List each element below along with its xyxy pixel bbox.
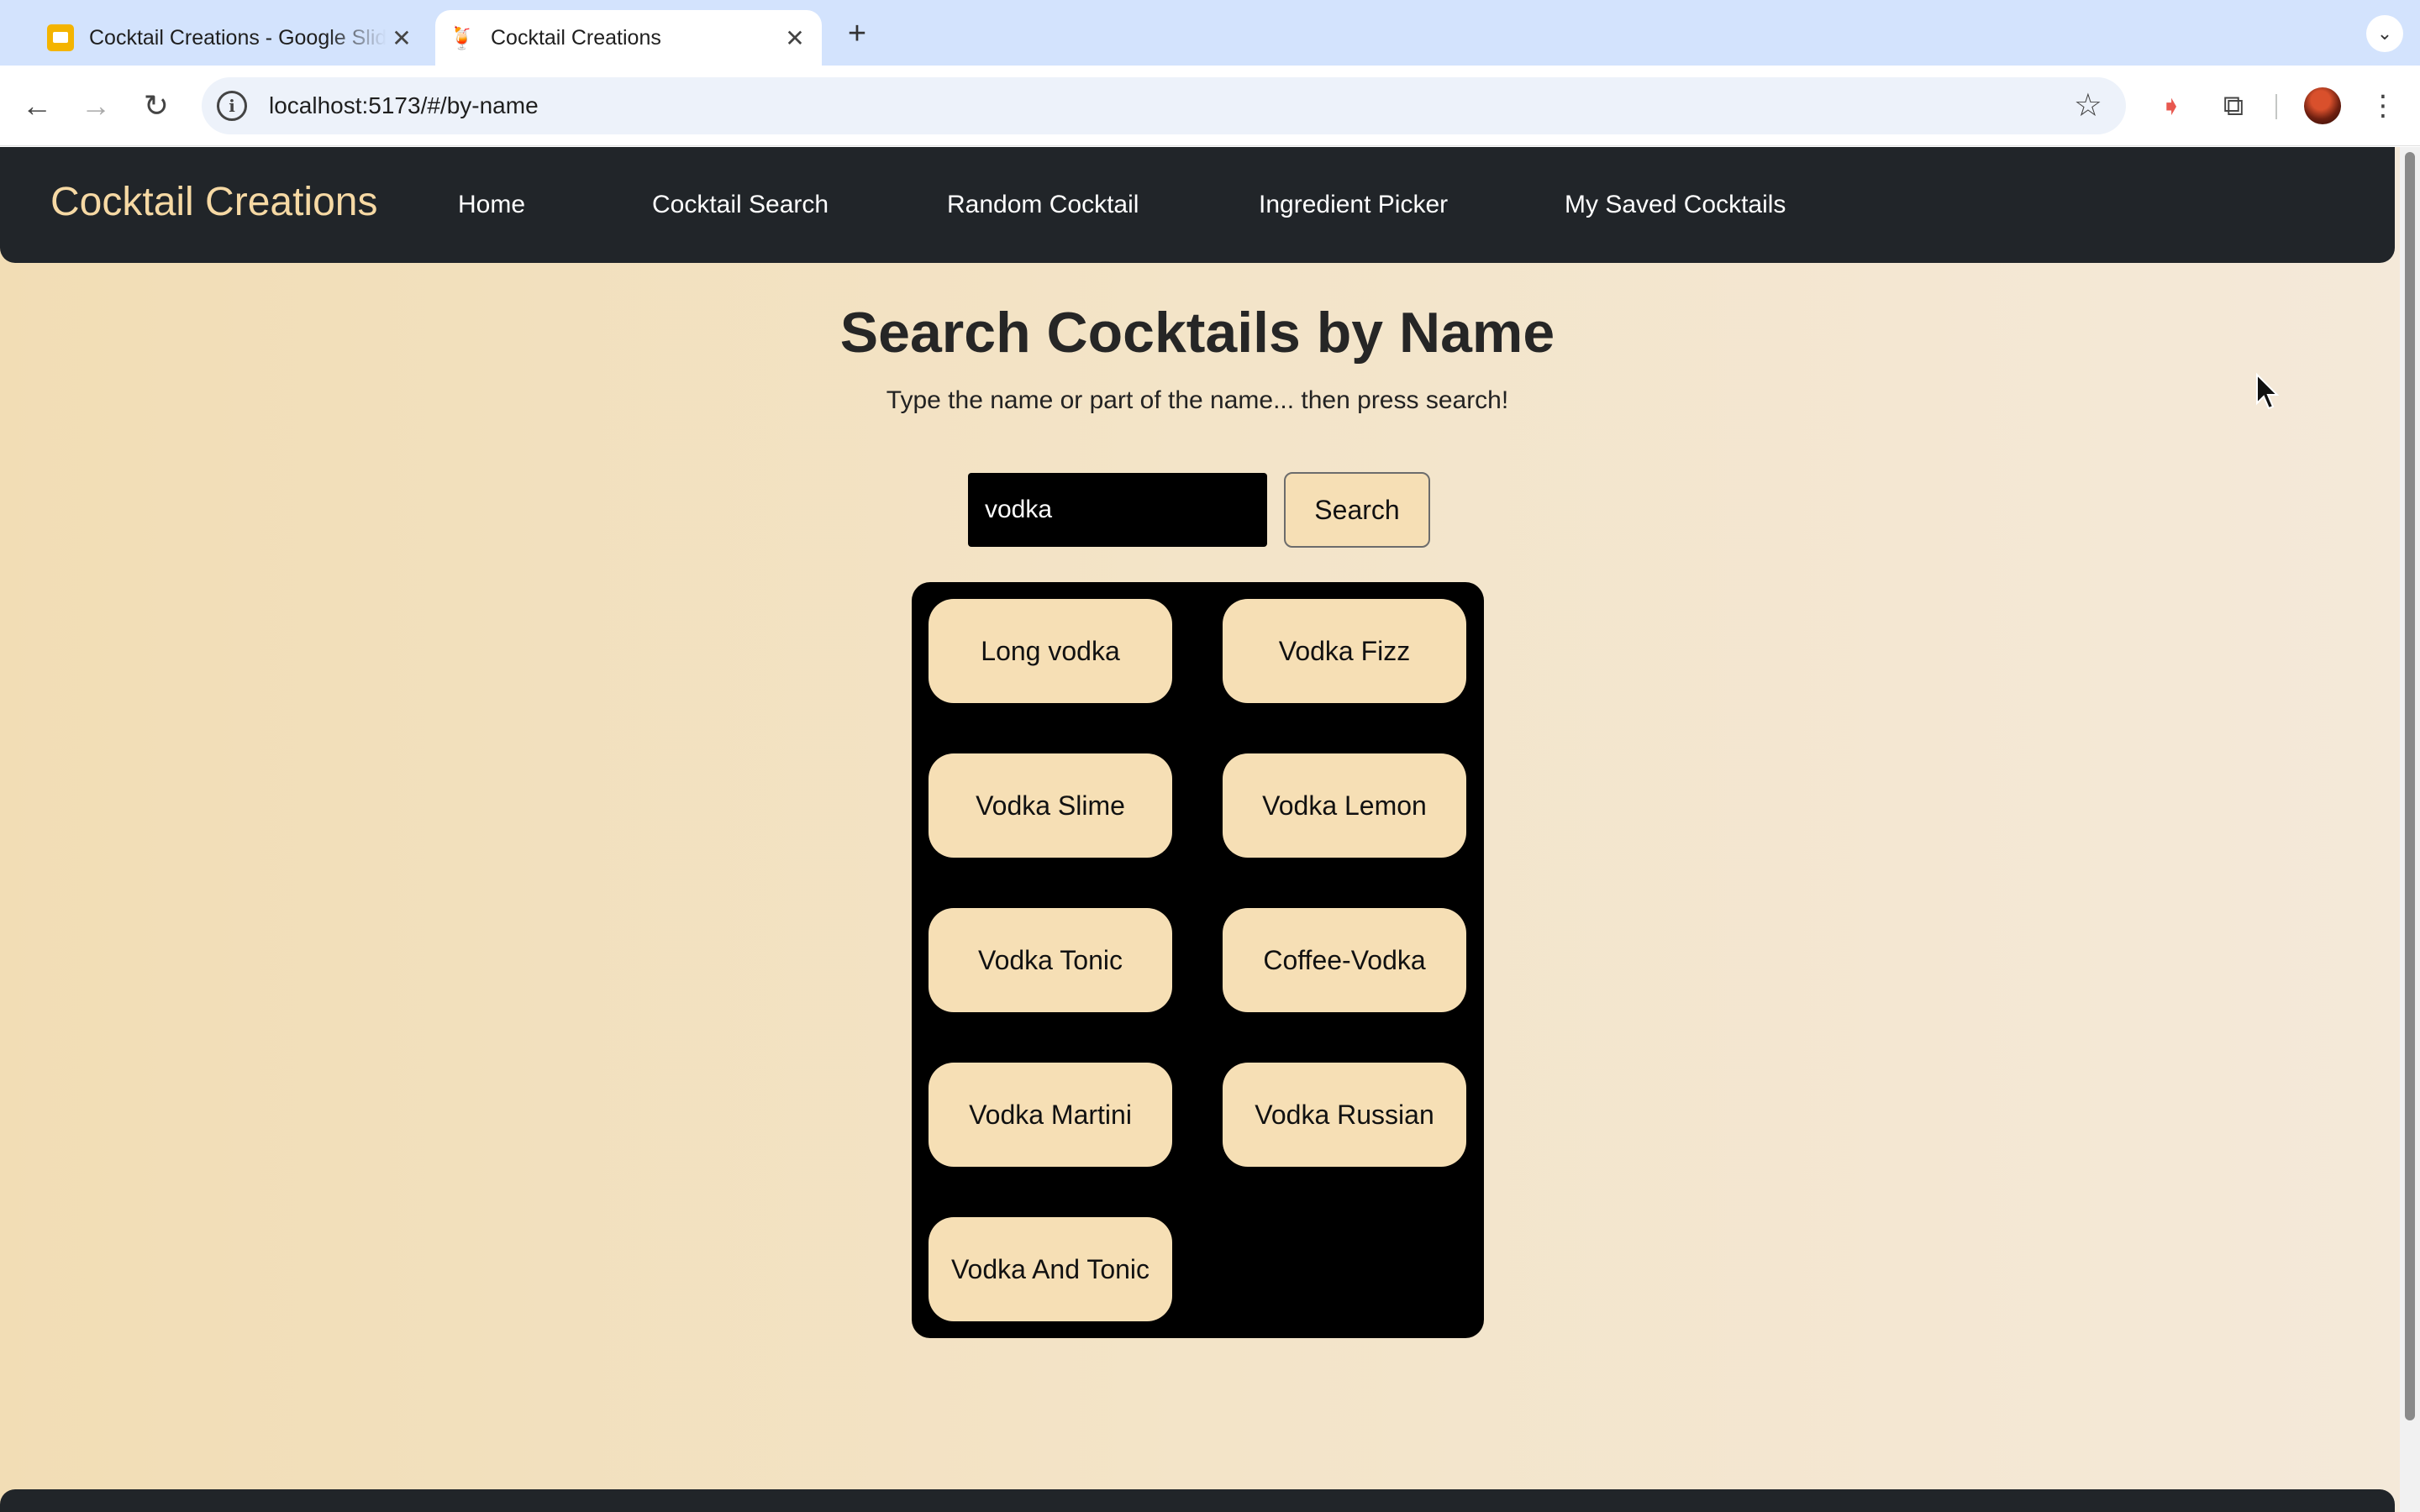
- extensions-puzzle-icon[interactable]: ⧉: [2213, 86, 2254, 126]
- browser-tab-cocktail[interactable]: 🍹 Cocktail Creations ✕: [435, 10, 822, 66]
- results-panel: Long vodka Vodka Fizz Vodka Slime Vodka …: [912, 582, 1484, 1338]
- site-info-icon[interactable]: i: [217, 91, 247, 121]
- google-slides-icon: [47, 24, 74, 51]
- tab-title: Cocktail Creations: [491, 25, 661, 50]
- nav-my-saved-cocktails[interactable]: My Saved Cocktails: [1565, 191, 1786, 219]
- result-item[interactable]: Coffee-Vodka: [1223, 908, 1466, 1012]
- page-title: Search Cocktails by Name: [839, 301, 1555, 365]
- result-item[interactable]: Vodka Lemon: [1223, 753, 1466, 858]
- back-arrow-icon[interactable]: ←: [17, 86, 57, 126]
- result-item[interactable]: Vodka Martini: [929, 1063, 1172, 1167]
- bookmark-star-icon[interactable]: ☆: [2074, 87, 2102, 124]
- mouse-cursor-icon: [2256, 372, 2280, 410]
- result-item[interactable]: Vodka Slime: [929, 753, 1172, 858]
- url-text[interactable]: localhost:5173/#/by-name: [269, 92, 539, 119]
- browser-tab-slides[interactable]: Cocktail Creations - Google Slides ✕: [34, 10, 429, 66]
- profile-avatar[interactable]: [2304, 87, 2341, 124]
- nav-random-cocktail[interactable]: Random Cocktail: [947, 191, 1139, 219]
- result-item[interactable]: Vodka Fizz: [1223, 599, 1466, 703]
- site-footer: [0, 1489, 2395, 1512]
- tab-search-chevron-icon[interactable]: ⌄: [2366, 15, 2403, 52]
- browser-menu-icon[interactable]: ⋮: [2363, 86, 2403, 126]
- browser-toolbar: ← → ↻ i localhost:5173/#/by-name ☆ ➧ ⧉ ⋮: [0, 66, 2420, 146]
- page-subtitle: Type the name or part of the name... the…: [886, 386, 1509, 414]
- search-button[interactable]: Search: [1284, 472, 1430, 548]
- scrollbar-thumb[interactable]: [2405, 152, 2415, 1420]
- page-scrollbar[interactable]: [2400, 147, 2420, 1512]
- page-viewport: Cocktail Creations Home Cocktail Search …: [0, 147, 2400, 1512]
- result-item[interactable]: Vodka Russian: [1223, 1063, 1466, 1167]
- close-icon[interactable]: ✕: [387, 23, 417, 53]
- search-input[interactable]: [968, 473, 1267, 547]
- tab-title: Cocktail Creations - Google Slides: [89, 25, 387, 50]
- close-icon[interactable]: ✕: [780, 23, 810, 53]
- site-navbar: Cocktail Creations Home Cocktail Search …: [0, 147, 2395, 263]
- result-item[interactable]: Vodka Tonic: [929, 908, 1172, 1012]
- site-brand[interactable]: Cocktail Creations: [50, 179, 377, 225]
- browser-tab-bar: Cocktail Creations - Google Slides ✕ 🍹 C…: [0, 0, 2420, 66]
- nav-home[interactable]: Home: [458, 191, 525, 219]
- address-bar[interactable]: i localhost:5173/#/by-name ☆: [202, 77, 2126, 134]
- nav-ingredient-picker[interactable]: Ingredient Picker: [1259, 191, 1448, 219]
- reload-icon[interactable]: ↻: [136, 86, 176, 126]
- toolbar-divider: [2275, 94, 2277, 119]
- forward-arrow-icon[interactable]: →: [76, 86, 116, 126]
- cocktail-favicon-icon: 🍹: [448, 24, 476, 50]
- extension-icon[interactable]: ➧: [2151, 86, 2191, 126]
- nav-cocktail-search[interactable]: Cocktail Search: [652, 191, 829, 219]
- result-item[interactable]: Vodka And Tonic: [929, 1217, 1172, 1321]
- result-item[interactable]: Long vodka: [929, 599, 1172, 703]
- new-tab-plus-icon[interactable]: +: [840, 16, 874, 51]
